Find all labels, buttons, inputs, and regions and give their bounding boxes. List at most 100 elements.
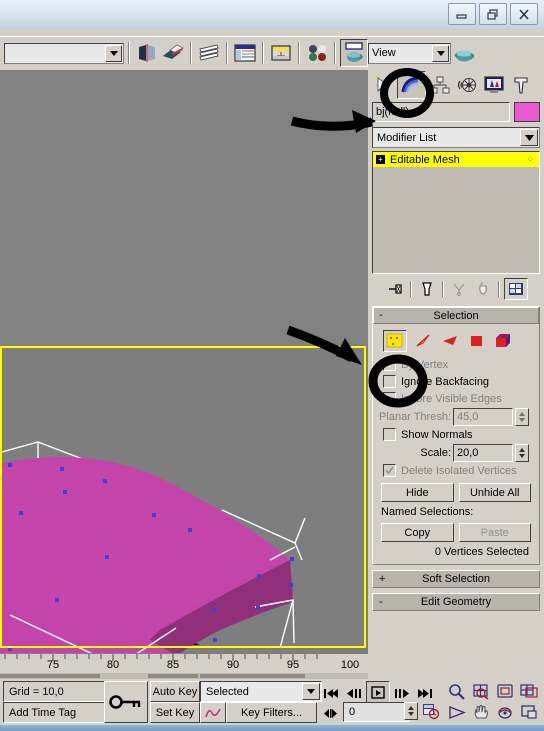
make-unique-icon [453, 283, 465, 297]
set-key-button[interactable]: Set Key [150, 702, 200, 723]
key-filter-value: Selected [206, 685, 249, 698]
show-end-result-button[interactable] [416, 279, 438, 299]
chevron-down-icon[interactable] [105, 44, 122, 62]
sub-object-face-button[interactable] [439, 331, 461, 351]
edit-geometry-label: Edit Geometry [420, 596, 492, 608]
mirror-button[interactable] [134, 40, 160, 66]
restore-button[interactable] [479, 3, 507, 25]
sub-object-vertex-button[interactable] [383, 330, 407, 352]
object-color-swatch[interactable] [514, 102, 540, 122]
planar-threshold-spinner[interactable] [515, 407, 529, 426]
previous-frame-button[interactable] [343, 682, 365, 703]
modifier-list-label: Modifier List [377, 131, 437, 144]
next-frame-button[interactable] [391, 682, 413, 703]
copy-button[interactable]: Copy [381, 523, 454, 542]
play-button[interactable] [366, 681, 390, 704]
sub-object-polygon-button[interactable] [466, 331, 488, 351]
render-preset-selector[interactable]: View [368, 42, 451, 64]
soft-selection-rollout-header[interactable]: + Soft Selection [372, 570, 540, 588]
tab-motion[interactable] [453, 72, 480, 98]
stack-divider-3 [498, 281, 500, 297]
delete-isolated-vertices-checkbox[interactable] [383, 464, 396, 477]
ignore-backfacing-checkbox[interactable] [383, 375, 396, 388]
selection-rollout-header[interactable]: - Selection [373, 307, 539, 324]
quick-render-button[interactable] [451, 40, 477, 66]
tab-hierarchy[interactable] [426, 72, 453, 98]
zoom-extents-all-button[interactable] [518, 681, 540, 702]
configure-modifier-sets-button[interactable] [504, 278, 528, 300]
stack-item-editable-mesh[interactable]: + Editable Mesh ⁘ [373, 152, 539, 167]
sub-object-edge-button[interactable] [412, 331, 434, 351]
planar-threshold-field[interactable]: 45,0 [453, 407, 513, 426]
ignore-backfacing-row[interactable]: Ignore Backfacing [377, 373, 535, 390]
animation-curve-button[interactable] [200, 702, 226, 723]
make-unique-button[interactable] [448, 279, 470, 299]
pan-button[interactable] [470, 702, 492, 723]
unhide-all-button[interactable]: Unhide All [458, 483, 531, 502]
toolbar-name-field[interactable] [4, 42, 124, 64]
zoom-extents-button[interactable] [494, 681, 516, 702]
arc-rotate-button[interactable] [494, 702, 516, 723]
sub-object-element-button[interactable] [493, 331, 515, 351]
paste-button[interactable]: Paste [458, 523, 531, 542]
by-vertex-row[interactable]: By Vertex [377, 356, 535, 373]
remove-modifier-button[interactable] [472, 279, 494, 299]
go-to-end-button[interactable] [414, 682, 436, 703]
element-icon [496, 334, 510, 347]
viewport[interactable] [0, 70, 368, 653]
ignore-visible-edges-row[interactable]: Ignore Visible Edges [377, 390, 535, 407]
curve-editor-button[interactable] [232, 40, 258, 66]
tab-utilities[interactable] [507, 72, 534, 98]
scale-field[interactable]: 20,0 [453, 443, 513, 462]
by-vertex-checkbox[interactable] [383, 358, 396, 371]
delete-isolated-vertices-row[interactable]: Delete Isolated Vertices [377, 462, 535, 479]
named-selections-label: Named Selections: [381, 506, 474, 518]
show-normals-checkbox[interactable] [383, 428, 396, 441]
stack-selected-marker: ⁘ [526, 154, 535, 164]
add-time-tag-field[interactable]: Add Time Tag [3, 702, 106, 723]
close-button[interactable] [510, 3, 538, 25]
zoom-extents-icon [496, 684, 513, 698]
field-of-view-button[interactable] [446, 702, 468, 723]
rollout-toggle-icon[interactable]: - [379, 594, 383, 610]
minimize-button[interactable] [448, 3, 476, 25]
go-to-start-button[interactable] [320, 682, 342, 703]
material-editor-button[interactable] [304, 40, 330, 66]
render-preset-value: View [372, 47, 396, 59]
tab-display[interactable] [480, 72, 507, 98]
tab-create[interactable] [370, 72, 397, 98]
object-name-field[interactable]: bj(null) [372, 102, 510, 122]
auto-key-button[interactable]: Auto Key [150, 681, 200, 702]
scale-label: Scale: [420, 446, 451, 459]
field-of-view-icon [448, 705, 466, 720]
key-nav-button[interactable] [320, 702, 342, 723]
chevron-down-icon[interactable] [432, 44, 449, 62]
show-normals-row[interactable]: Show Normals [377, 426, 535, 443]
rollout-toggle-icon[interactable]: - [379, 308, 383, 323]
modifier-stack[interactable]: + Editable Mesh ⁘ [372, 151, 540, 274]
chevron-down-icon[interactable] [302, 683, 320, 700]
key-filters-button[interactable]: Key Filters... [226, 702, 317, 723]
current-frame-field[interactable]: 0 [343, 702, 410, 722]
modifier-list-dropdown[interactable]: Modifier List [372, 127, 540, 148]
pin-stack-button[interactable] [384, 279, 406, 299]
expand-icon[interactable]: + [376, 155, 385, 164]
scale-spinner[interactable] [515, 443, 529, 462]
tab-modify[interactable] [397, 71, 426, 99]
current-frame-spinner[interactable] [404, 702, 418, 720]
align-button[interactable] [160, 40, 186, 66]
ignore-visible-edges-checkbox[interactable] [383, 392, 396, 405]
schematic-view-button[interactable] [268, 40, 294, 66]
key-mode-toggle-button[interactable] [104, 681, 148, 723]
zoom-button[interactable] [446, 681, 468, 702]
layer-manager-button[interactable] [196, 40, 222, 66]
min-max-toggle-button[interactable] [518, 702, 540, 723]
zoom-all-button[interactable] [470, 681, 492, 702]
chevron-down-icon[interactable] [520, 129, 538, 146]
key-filter-selector[interactable]: Selected [200, 681, 322, 702]
hide-button[interactable]: Hide [381, 483, 454, 502]
render-scene-button[interactable] [340, 39, 368, 67]
time-configuration-button[interactable] [420, 701, 442, 722]
rollout-toggle-icon[interactable]: + [379, 571, 385, 587]
edit-geometry-rollout-header[interactable]: - Edit Geometry [372, 593, 540, 611]
